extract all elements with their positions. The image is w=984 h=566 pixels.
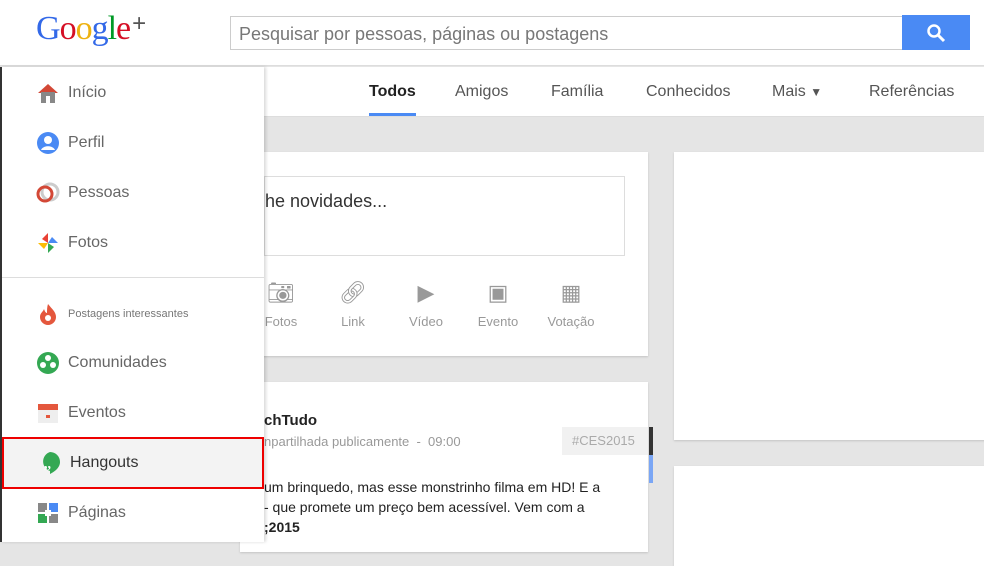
profile-icon [36,131,60,155]
sidebar-item-hangouts[interactable]: ,, Hangouts [2,437,264,489]
video-icon: ▶ [417,280,435,305]
communities-icon [36,351,60,375]
hangouts-icon: ,, [38,451,62,475]
post-body: um brinquedo, mas esse monstrinho filma … [264,477,600,537]
sidebar-item-label: Eventos [68,404,126,421]
sidebar-item-label: Páginas [68,504,126,521]
sidebar-divider [2,277,264,278]
stream-tabs: Todos Amigos Família Conhecidos Mais ▼ R… [264,67,984,117]
sidebar-item-label: Fotos [68,234,109,251]
tab-familia[interactable]: Família [551,83,603,101]
sidebar-item-label: Postagens interessantes [68,308,189,320]
action-link[interactable]: 🔗︎ Link [323,280,383,329]
circles-icon [36,181,60,205]
chevron-down-icon: ▼ [810,85,823,99]
sidebar-item-perfil[interactable]: Perfil [2,118,264,168]
post-line: - que promete um preço bem acessível. Ve… [264,499,585,515]
right-card [674,152,984,440]
flame-icon [36,302,60,326]
compose-input[interactable]: he novidades... [264,176,625,256]
post-line: ;2015 [264,519,300,535]
sidebar-item-postagens-interessantes[interactable]: Postagens interessantes [2,289,264,339]
action-event[interactable]: ▣ Evento [468,280,528,329]
calendar-icon [36,401,60,425]
action-poll[interactable]: ▦ Votação [541,280,601,329]
svg-text:,,: ,, [44,457,51,472]
search-input[interactable]: Pesquisar por pessoas, páginas ou postag… [230,16,902,50]
action-label: Link [341,314,365,329]
sidebar-item-label: Pessoas [68,184,130,201]
sidebar-item-inicio[interactable]: Início [2,68,264,118]
event-icon: ▣ [487,280,509,305]
post-tag[interactable]: #CES2015 [562,427,648,455]
right-card-2 [674,466,984,566]
tab-referencias[interactable]: Referências [869,83,954,101]
sidebar-item-eventos[interactable]: Eventos [2,388,264,438]
sidebar-item-comunidades[interactable]: Comunidades [2,338,264,388]
sidebar-item-label: Comunidades [68,354,167,371]
tab-todos[interactable]: Todos [369,83,416,116]
poll-icon: ▦ [560,280,582,305]
sidebar-item-pessoas[interactable]: Pessoas [2,168,264,218]
sidebar-item-label: Início [68,84,107,101]
post-meta: npartilhada publicamente - 09:00 [264,434,461,449]
action-label: Votação [547,314,595,329]
link-icon: 🔗︎ [339,280,367,305]
tab-amigos[interactable]: Amigos [455,83,508,101]
google-plus-logo[interactable]: Google+ [36,10,146,48]
home-icon [36,81,60,105]
tab-conhecidos[interactable]: Conhecidos [646,83,731,101]
sidebar-item-label: Perfil [68,134,105,151]
photos-pinwheel-icon [36,231,60,255]
action-video[interactable]: ▶ Vídeo [396,280,456,329]
scrollbar-accent [649,455,653,483]
tab-mais[interactable]: Mais ▼ [772,83,822,101]
sidebar-item-label: Hangouts [70,454,139,471]
action-label: Fotos [264,314,298,329]
search-button[interactable] [902,15,970,50]
tab-mais-label: Mais [772,83,806,100]
post-card: chTudo npartilhada publicamente - 09:00 … [240,382,653,552]
post-line: um brinquedo, mas esse monstrinho filma … [264,479,601,495]
header: Google+ Pesquisar por pessoas, páginas o… [0,0,984,66]
action-label: Vídeo [409,314,443,329]
search-icon [927,23,946,42]
action-label: Evento [477,314,519,329]
pages-icon [36,501,60,525]
sidebar-item-paginas[interactable]: Páginas [2,488,264,538]
sidebar: Início Perfil Pessoas Fotos Postagens in… [0,67,264,542]
post-author[interactable]: chTudo [264,412,317,429]
sidebar-item-fotos[interactable]: Fotos [2,218,264,268]
scrollbar[interactable] [649,427,653,455]
